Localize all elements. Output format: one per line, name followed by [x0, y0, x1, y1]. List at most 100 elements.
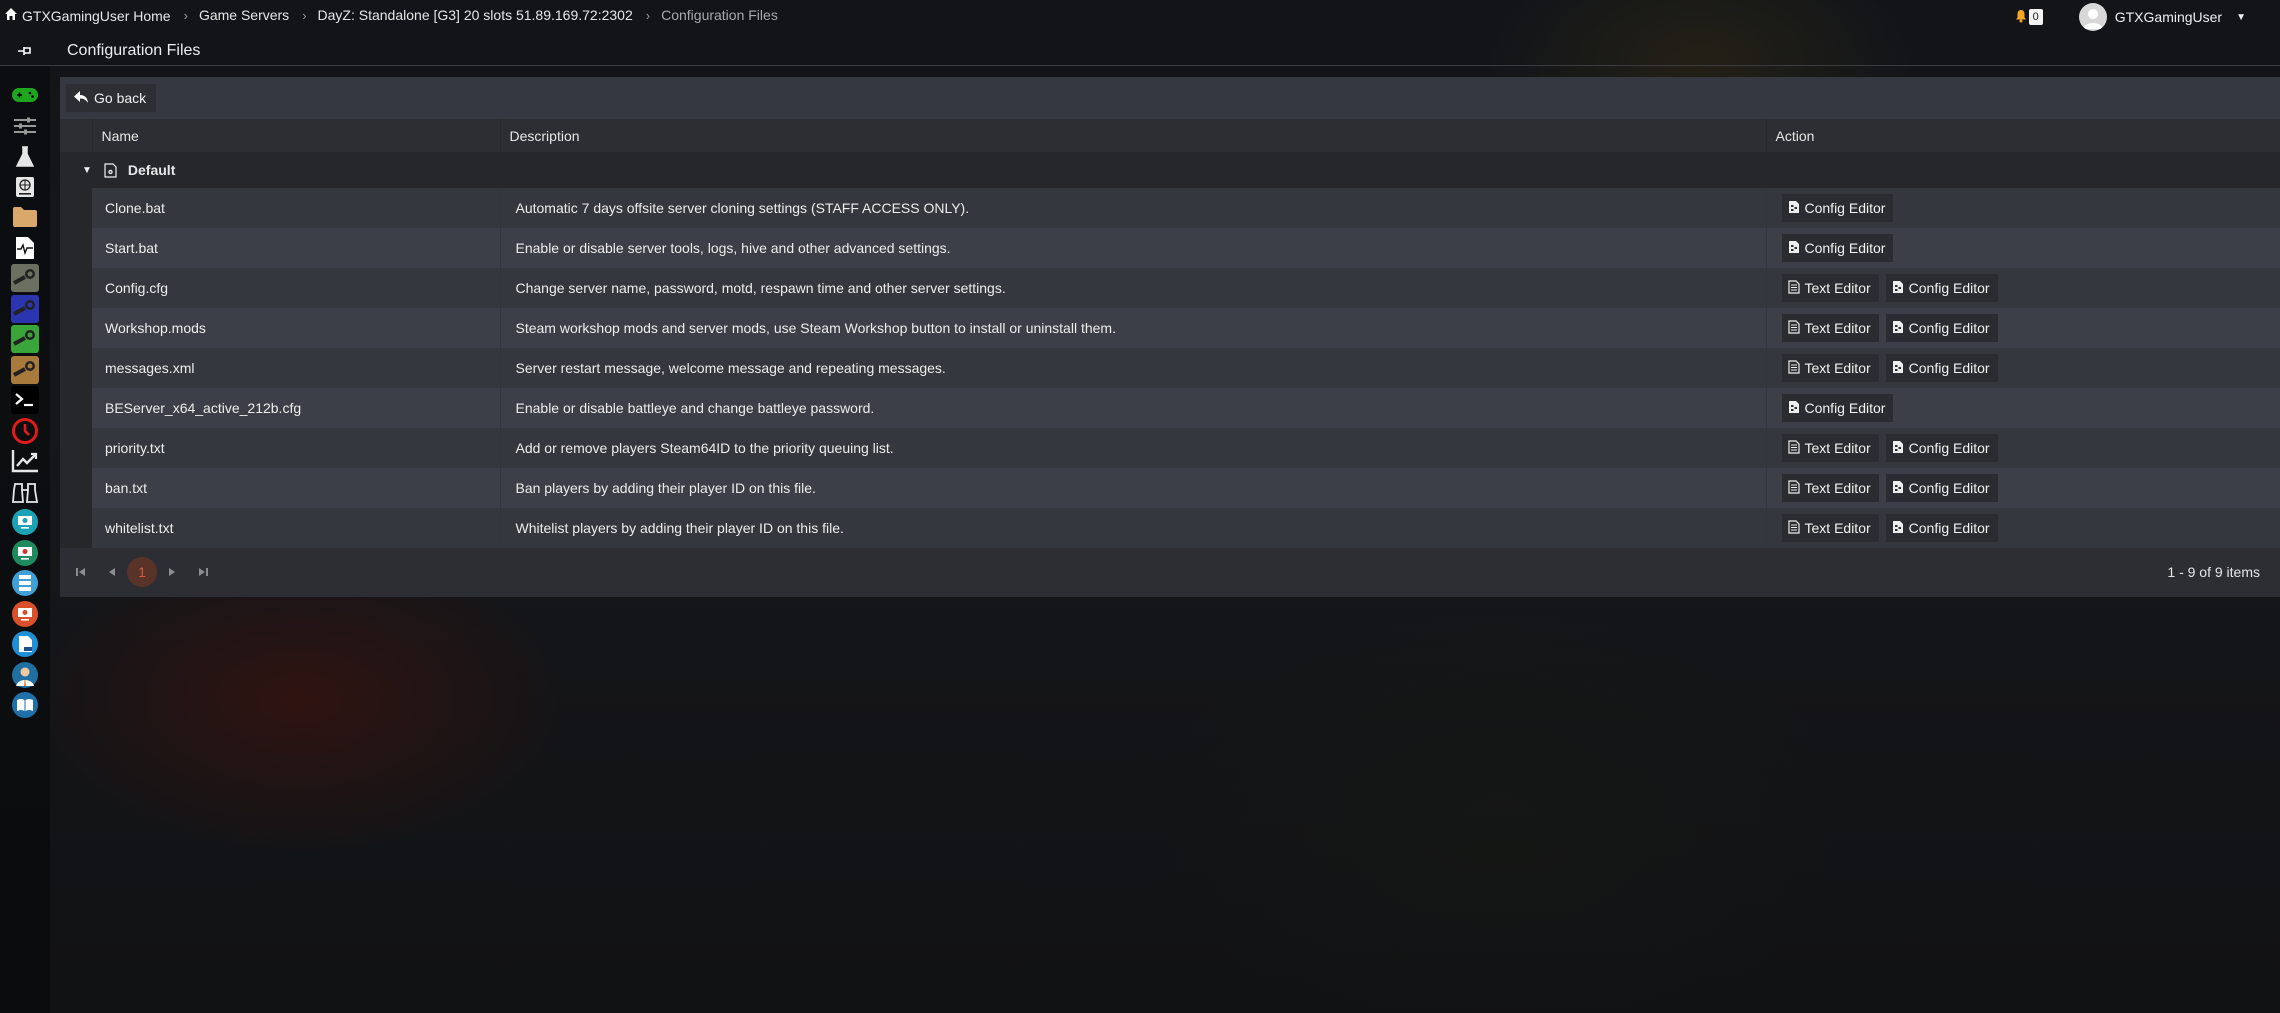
file-name[interactable]: Start.bat [92, 228, 500, 268]
table-row: messages.xml Server restart message, wel… [60, 348, 2280, 388]
text-editor-label: Text Editor [1804, 280, 1871, 296]
text-editor-button[interactable]: Text Editor [1781, 474, 1879, 502]
sidebar-item-steam-4[interactable] [11, 355, 39, 385]
config-editor-button[interactable]: Config Editor [1781, 194, 1894, 222]
hierarchy-indent [60, 228, 92, 268]
sidebar-item-stats[interactable] [11, 448, 39, 476]
file-description: Change server name, password, motd, resp… [499, 268, 1766, 308]
config-editor-label: Config Editor [1908, 280, 1990, 296]
file-name[interactable]: priority.txt [92, 428, 500, 468]
collapse-triangle-icon[interactable]: ▼ [82, 165, 92, 176]
first-page-button[interactable] [70, 559, 92, 585]
sidebar-item-lab[interactable] [11, 144, 39, 172]
support-agent-icon [11, 661, 39, 692]
sidebar-item-logs[interactable] [11, 235, 39, 263]
text-editor-button[interactable]: Text Editor [1781, 274, 1879, 302]
sidebar-item-settings[interactable] [11, 113, 39, 141]
bell-icon [2015, 9, 2027, 26]
sidebar-item-console[interactable] [11, 385, 39, 417]
config-editor-button[interactable]: Config Editor [1885, 274, 1998, 302]
config-editor-button[interactable]: Config Editor [1781, 394, 1894, 422]
document-blue-icon [11, 630, 39, 661]
folder-icon [12, 206, 38, 231]
file-text-icon [1787, 479, 1800, 497]
file-name[interactable]: Config.cfg [92, 268, 500, 308]
breadcrumb-game-servers[interactable]: Game Servers [199, 7, 289, 23]
notifications-button[interactable]: 0 [2015, 9, 2043, 26]
monitor-teal-icon [11, 508, 39, 539]
file-text-icon [1787, 359, 1800, 377]
text-editor-button[interactable]: Text Editor [1781, 314, 1879, 342]
caret-down-icon: ▼ [2236, 11, 2246, 23]
page-title: Configuration Files [67, 41, 201, 59]
file-description: Ban players by adding their player ID on… [499, 468, 1766, 508]
sidebar [0, 66, 50, 1013]
previous-page-button[interactable] [101, 559, 123, 585]
column-header-description[interactable]: Description [499, 119, 1766, 152]
next-page-button[interactable] [161, 559, 183, 585]
last-page-icon [198, 564, 208, 580]
sidebar-item-remote-3[interactable] [11, 600, 39, 631]
sidebar-item-knowledgebase[interactable] [11, 691, 39, 720]
file-name[interactable]: Clone.bat [92, 188, 500, 228]
reply-arrow-icon [74, 90, 88, 106]
text-editor-button[interactable]: Text Editor [1781, 434, 1879, 462]
sidebar-item-remote-2[interactable] [11, 539, 39, 568]
file-config-icon [1892, 440, 1904, 457]
sidebar-item-steam-1[interactable] [11, 263, 39, 293]
sidebar-item-schedule[interactable] [11, 417, 39, 446]
breadcrumb-home[interactable]: GTXGamingUser Home [4, 7, 171, 24]
config-editor-button[interactable]: Config Editor [1885, 314, 1998, 342]
sidebar-item-monitor[interactable] [11, 479, 39, 507]
file-name[interactable]: whitelist.txt [92, 508, 500, 548]
config-editor-button[interactable]: Config Editor [1885, 474, 1998, 502]
file-text-icon [1787, 519, 1800, 537]
file-actions: Text Editor Config Editor [1765, 348, 2280, 388]
config-editor-label: Config Editor [1908, 360, 1990, 376]
text-editor-button[interactable]: Text Editor [1781, 354, 1879, 382]
file-name[interactable]: BEServer_x64_active_212b.cfg [92, 388, 500, 428]
column-header-name[interactable]: Name [91, 119, 500, 152]
sidebar-item-steam-3[interactable] [11, 324, 39, 354]
file-gear-icon [104, 162, 118, 178]
sidebar-item-documents[interactable] [11, 630, 39, 661]
page-1-button[interactable]: 1 [127, 557, 157, 587]
sidebar-item-game-servers[interactable] [11, 82, 39, 110]
config-files-panel: Go back Name Description Action ▼ Defaul… [60, 77, 2280, 597]
file-name[interactable]: Workshop.mods [92, 308, 500, 348]
terminal-icon [11, 385, 39, 417]
file-config-icon [1892, 520, 1904, 537]
pin-icon[interactable] [17, 44, 35, 58]
last-page-button[interactable] [192, 559, 214, 585]
config-editor-label: Config Editor [1908, 480, 1990, 496]
text-editor-label: Text Editor [1804, 320, 1871, 336]
sidebar-item-support[interactable] [11, 661, 39, 692]
monitor-red-icon [11, 600, 39, 631]
sidebar-item-remote-1[interactable] [11, 508, 39, 539]
go-back-button[interactable]: Go back [66, 84, 157, 112]
file-actions: Text Editor Config Editor [1765, 428, 2280, 468]
config-editor-button[interactable]: Config Editor [1885, 514, 1998, 542]
file-actions: Config Editor [1765, 228, 2280, 268]
config-editor-button[interactable]: Config Editor [1885, 354, 1998, 382]
config-editor-button[interactable]: Config Editor [1885, 434, 1998, 462]
file-name[interactable]: messages.xml [92, 348, 500, 388]
breadcrumb-server[interactable]: DayZ: Standalone [G3] 20 slots 51.89.169… [318, 7, 633, 23]
sidebar-item-servers[interactable] [11, 569, 39, 598]
flask-icon [15, 145, 35, 171]
config-editor-button[interactable]: Config Editor [1781, 234, 1894, 262]
text-editor-button[interactable]: Text Editor [1781, 514, 1879, 542]
sidebar-item-web[interactable] [11, 174, 39, 202]
user-menu[interactable]: GTXGamingUser ▼ [2078, 3, 2246, 31]
sidebar-item-files[interactable] [11, 204, 39, 232]
config-editor-label: Config Editor [1908, 520, 1990, 536]
file-name[interactable]: ban.txt [92, 468, 500, 508]
sidebar-item-steam-2[interactable] [11, 294, 39, 324]
globe-book-icon [15, 176, 35, 201]
column-header-action[interactable]: Action [1765, 119, 2280, 152]
config-editor-label: Config Editor [1804, 400, 1886, 416]
table-row: whitelist.txt Whitelist players by addin… [60, 508, 2280, 548]
first-page-icon [76, 564, 86, 580]
file-config-icon [1892, 360, 1904, 377]
hierarchy-indent [60, 508, 92, 548]
